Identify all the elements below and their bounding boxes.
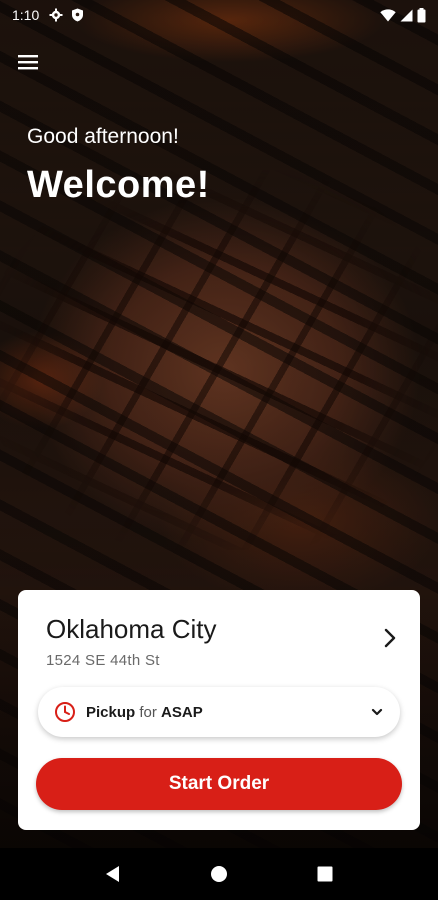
system-nav-bar xyxy=(0,848,438,900)
hamburger-menu-icon xyxy=(18,55,38,70)
pickup-connector: for xyxy=(139,703,157,721)
status-left-icons xyxy=(49,8,84,22)
chevron-right-icon xyxy=(384,628,396,648)
location-address: 1524 SE 44th St xyxy=(46,652,160,669)
start-order-button[interactable]: Start Order xyxy=(36,758,402,810)
signal-icon xyxy=(400,9,413,21)
status-time: 1:10 xyxy=(12,7,40,23)
status-right-icons xyxy=(380,7,426,23)
shield-icon xyxy=(72,8,84,22)
location-city: Oklahoma City xyxy=(46,614,217,644)
nav-home-button[interactable] xyxy=(199,854,239,894)
battery-icon xyxy=(417,7,426,22)
nav-recents-button[interactable] xyxy=(305,854,345,894)
gear-icon xyxy=(49,8,63,22)
greeting-text: Good afternoon! xyxy=(27,125,179,148)
location-selector[interactable]: Oklahoma City 1524 SE 44th St xyxy=(18,590,420,680)
pickup-label: Pickup for ASAP xyxy=(86,704,203,721)
status-bar: 1:10 xyxy=(0,0,438,30)
home-icon xyxy=(211,866,227,882)
menu-button[interactable] xyxy=(16,50,40,74)
chevron-down-icon xyxy=(371,708,383,716)
pickup-mode: Pickup xyxy=(86,703,136,721)
pickup-time: ASAP xyxy=(161,703,203,721)
nav-back-button[interactable] xyxy=(93,854,133,894)
pickup-time-selector[interactable]: Pickup for ASAP xyxy=(38,687,400,737)
clock-icon xyxy=(55,702,75,722)
wifi-icon xyxy=(380,8,396,21)
recents-icon xyxy=(317,866,333,882)
order-card: Oklahoma City 1524 SE 44th St Pickup for… xyxy=(18,590,420,830)
welcome-heading: Welcome! xyxy=(27,164,210,206)
back-icon xyxy=(106,866,119,882)
